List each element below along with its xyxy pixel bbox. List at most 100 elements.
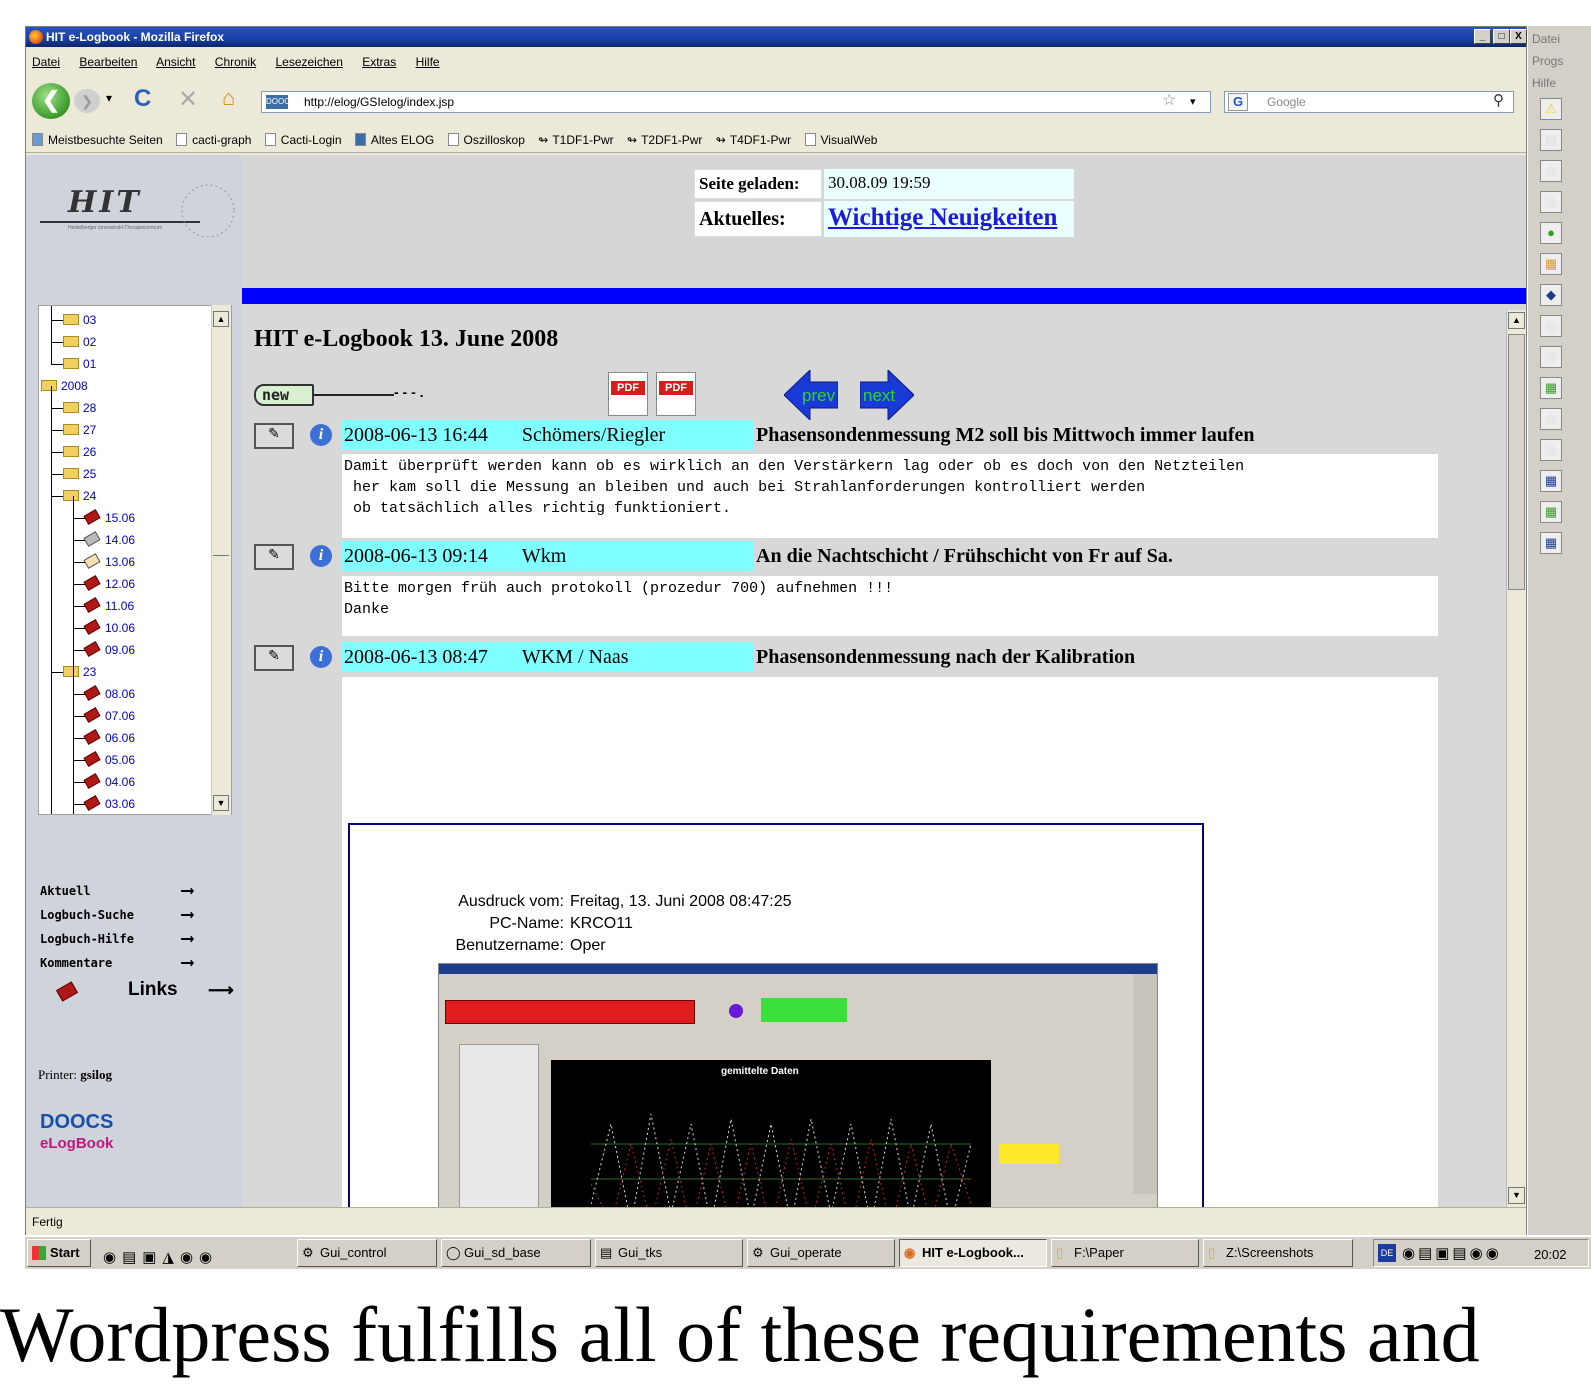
launcher-app-icon[interactable]: ◎ bbox=[1540, 191, 1562, 213]
scroll-up-icon[interactable]: ▲ bbox=[213, 311, 229, 327]
tray-icons[interactable]: ◉▤▣▤◉◉ bbox=[1402, 1239, 1502, 1269]
main-scrollbar[interactable]: ▲ ▼ bbox=[1506, 310, 1526, 1207]
reload-icon[interactable]: C bbox=[134, 85, 151, 113]
scroll-up-icon[interactable]: ▲ bbox=[1508, 312, 1525, 329]
bookmark-item[interactable]: ↬ T4DF1-Pwr bbox=[716, 127, 791, 153]
stop-icon[interactable]: ✕ bbox=[178, 85, 198, 114]
launcher-app-icon[interactable]: ◎ bbox=[1540, 160, 1562, 182]
edit-entry-icon[interactable]: ✎ bbox=[254, 544, 294, 570]
bookmark-item[interactable]: Cacti-Login bbox=[264, 127, 342, 153]
bookmark-item[interactable]: VisualWeb bbox=[804, 127, 877, 153]
launcher-app-icon[interactable]: ▦ bbox=[1540, 377, 1562, 399]
launcher-app-icon[interactable]: ● bbox=[1540, 222, 1562, 244]
link-kommentare[interactable]: Kommentare ⟶ bbox=[40, 951, 240, 975]
menu-hilfe[interactable]: Hilfe bbox=[416, 55, 440, 69]
google-icon[interactable]: G bbox=[1228, 93, 1248, 111]
maximize-button[interactable]: □ bbox=[1493, 29, 1510, 44]
task-gui-control[interactable]: ⚙ Gui_control bbox=[297, 1239, 437, 1267]
tree-node[interactable]: 23 bbox=[63, 662, 96, 682]
task-hit-elogbook[interactable]: ◉ HIT e-Logbook... bbox=[899, 1239, 1047, 1267]
link-logbuch-suche[interactable]: Logbuch-Suche ⟶ bbox=[40, 903, 240, 927]
home-icon[interactable]: ⌂ bbox=[222, 85, 235, 111]
tree-node[interactable]: 04.06 bbox=[83, 772, 135, 792]
launcher-app-icon[interactable]: ▦ bbox=[1540, 253, 1562, 275]
tree-node[interactable]: 03.06 bbox=[83, 794, 135, 814]
quicklaunch-icons[interactable]: ◉▤▣◮◉◉ bbox=[103, 1243, 293, 1266]
tree-node[interactable]: 09.06 bbox=[83, 640, 135, 660]
tree-node[interactable]: 28 bbox=[63, 398, 96, 418]
menu-datei[interactable]: Datei bbox=[32, 55, 60, 69]
task-z-screenshots[interactable]: ▯ Z:\Screenshots bbox=[1203, 1239, 1353, 1267]
task-f-paper[interactable]: ▯ F:\Paper bbox=[1051, 1239, 1199, 1267]
scroll-thumb[interactable] bbox=[1508, 334, 1525, 590]
menu-lesezeichen[interactable]: Lesezeichen bbox=[275, 55, 342, 69]
bookmark-item[interactable]: Altes ELOG bbox=[354, 127, 434, 153]
menu-ansicht[interactable]: Ansicht bbox=[156, 55, 195, 69]
launcher-app-icon[interactable]: ◎ bbox=[1540, 408, 1562, 430]
task-gui-operate[interactable]: ⚙ Gui_operate bbox=[747, 1239, 895, 1267]
launcher-app-icon[interactable]: ▦ bbox=[1540, 532, 1562, 554]
tree-node[interactable]: 08.06 bbox=[83, 684, 135, 704]
link-logbuch-hilfe[interactable]: Logbuch-Hilfe ⟶ bbox=[40, 927, 240, 951]
start-button[interactable]: Start bbox=[27, 1239, 91, 1267]
tree-node[interactable]: 26 bbox=[63, 442, 96, 462]
pdf-entry-button[interactable]: PDF bbox=[656, 372, 696, 416]
scroll-thumb[interactable] bbox=[213, 555, 229, 561]
new-entry-button[interactable]: new bbox=[254, 384, 314, 406]
menu-bearbeiten[interactable]: Bearbeiten bbox=[79, 55, 137, 69]
prev-button[interactable]: prev bbox=[784, 370, 838, 420]
tree-node[interactable]: 27 bbox=[63, 420, 96, 440]
pdf-day-button[interactable]: PDF bbox=[608, 372, 648, 416]
bookmark-star-icon[interactable]: ☆ bbox=[1162, 91, 1176, 111]
tree-node[interactable]: 07.06 bbox=[83, 706, 135, 726]
minimize-button[interactable]: _ bbox=[1474, 29, 1491, 44]
info-icon[interactable]: i bbox=[310, 424, 332, 446]
link-links[interactable]: Links ⟶ bbox=[40, 975, 240, 1005]
info-icon[interactable]: i bbox=[310, 646, 332, 668]
attached-screenshot[interactable]: Ausdruck vom: PC-Name: Benutzername: Fre… bbox=[348, 823, 1204, 1207]
menu-chronik[interactable]: Chronik bbox=[215, 55, 256, 69]
edit-entry-icon[interactable]: ✎ bbox=[254, 423, 294, 449]
tree-node[interactable]: 15.06 bbox=[83, 508, 135, 528]
tree-node[interactable]: 13.06 bbox=[83, 552, 135, 572]
news-link[interactable]: Wichtige Neuigkeiten bbox=[824, 201, 1074, 237]
tree-node[interactable]: 02 bbox=[63, 332, 96, 352]
back-button[interactable]: ❮ bbox=[32, 83, 70, 119]
launcher-app-icon[interactable]: ◎ bbox=[1540, 315, 1562, 337]
tree-node[interactable]: 12.06 bbox=[83, 574, 135, 594]
bookmark-item[interactable]: ↬ T1DF1-Pwr bbox=[538, 127, 613, 153]
tree-node[interactable]: 11.06 bbox=[83, 596, 134, 616]
launcher-app-icon[interactable]: ▦ bbox=[1540, 501, 1562, 523]
task-gui-tks[interactable]: ▤ Gui_tks bbox=[595, 1239, 743, 1267]
tree-node[interactable]: 03 bbox=[63, 310, 96, 330]
history-dropdown-icon[interactable]: ▾ bbox=[106, 91, 112, 105]
launcher-app-icon[interactable]: ▤ bbox=[1540, 129, 1562, 151]
scroll-down-icon[interactable]: ▼ bbox=[1508, 1187, 1525, 1204]
search-input[interactable]: G Google ⚲ bbox=[1224, 91, 1514, 113]
close-button[interactable]: X bbox=[1510, 29, 1527, 44]
tree-node[interactable]: 2008 bbox=[41, 376, 88, 396]
scroll-down-icon[interactable]: ▼ bbox=[213, 795, 229, 811]
tree-node[interactable]: 01 bbox=[63, 354, 96, 374]
bookmark-item[interactable]: cacti-graph bbox=[176, 127, 251, 153]
tree-node[interactable]: 14.06 bbox=[83, 530, 135, 550]
launcher-app-icon[interactable]: ◎ bbox=[1540, 439, 1562, 461]
tree-scrollbar[interactable]: ▲ ▼ bbox=[211, 305, 231, 815]
next-button[interactable]: next bbox=[860, 370, 914, 420]
bookmark-item[interactable]: ↬ T2DF1-Pwr bbox=[627, 127, 702, 153]
bookmark-item[interactable]: Meistbesuchte Seiten bbox=[32, 127, 163, 153]
bookmark-item[interactable]: Oszilloskop bbox=[447, 127, 525, 153]
launcher-app-icon[interactable]: ▦ bbox=[1540, 470, 1562, 492]
tree-node[interactable]: 10.06 bbox=[83, 618, 135, 638]
task-gui-sd-base[interactable]: ◯ Gui_sd_base bbox=[441, 1239, 591, 1267]
tree-node[interactable]: 25 bbox=[63, 464, 96, 484]
forward-button[interactable]: ❯ bbox=[74, 89, 100, 113]
tree-node[interactable]: 24 bbox=[63, 486, 96, 506]
launcher-app-icon[interactable]: ◆ bbox=[1540, 284, 1562, 306]
launcher-app-icon[interactable]: ◎ bbox=[1540, 346, 1562, 368]
url-bar[interactable]: DOOCS http://elog/GSIelog/index.jsp ☆ ▾ bbox=[261, 91, 1211, 113]
language-indicator[interactable]: DE bbox=[1378, 1244, 1396, 1262]
search-magnifier-icon[interactable]: ⚲ bbox=[1493, 91, 1504, 111]
launcher-app-icon[interactable]: ⚠ bbox=[1540, 98, 1562, 120]
info-icon[interactable]: i bbox=[310, 545, 332, 567]
